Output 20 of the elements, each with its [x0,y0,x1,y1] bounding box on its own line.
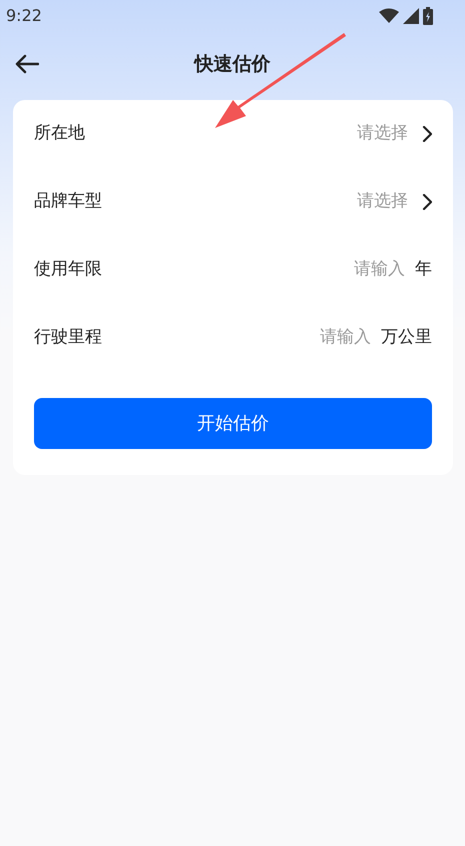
back-arrow-icon [15,54,39,74]
input-field[interactable]: 请输入 [251,325,371,351]
chevron-right-icon [422,194,432,210]
signal-icon [403,8,419,24]
input-field[interactable]: 请输入 [285,257,405,283]
field-label: 所在地 [34,122,85,146]
select-field[interactable]: 请选择 [357,121,432,147]
field-label: 品牌车型 [34,190,102,214]
page-title: 快速估价 [194,52,270,77]
start-valuation-button[interactable]: 开始估价 [34,398,432,449]
unit-label: 年 [415,258,432,282]
battery-icon [423,7,433,25]
field-label: 行驶里程 [34,326,102,350]
back-button[interactable] [14,52,40,76]
chevron-right-icon [422,126,432,142]
field-label: 使用年限 [34,258,102,282]
select-field[interactable]: 请选择 [357,189,432,215]
wifi-icon [379,8,399,24]
status-time: 9:22 [6,5,42,27]
unit-label: 万公里 [381,326,432,350]
